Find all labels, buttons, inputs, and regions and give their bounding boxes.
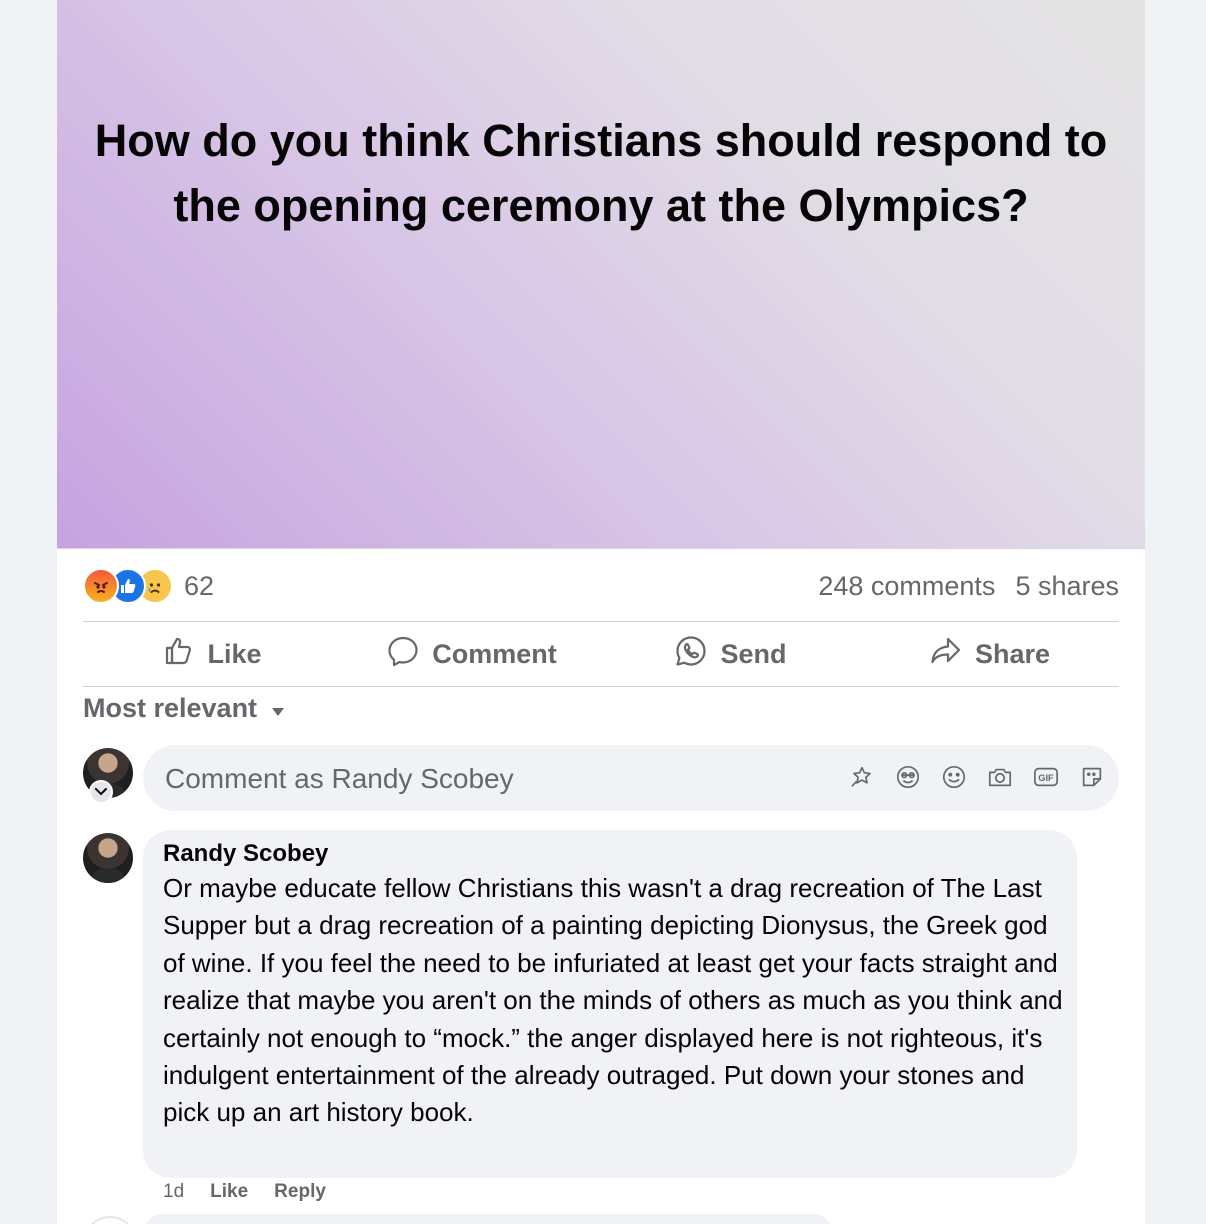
next-comment-avatar[interactable] (83, 1216, 137, 1224)
composer-icons: GIF (849, 762, 1105, 792)
speech-bubble-icon (386, 634, 420, 675)
comment-composer[interactable]: GIF (143, 745, 1119, 813)
sticker-icon[interactable] (1079, 762, 1105, 792)
post-banner: How do you think Christians should respo… (57, 0, 1145, 549)
camera-icon[interactable] (987, 762, 1013, 792)
post-actions: Like Comment Send Share (83, 622, 1119, 686)
comment-like-link[interactable]: Like (210, 1181, 248, 1203)
like-label: Like (207, 638, 262, 669)
share-label: Share (974, 638, 1051, 669)
comment-text: Or maybe educate fellow Christians this … (163, 873, 1063, 1128)
comment-sort-dropdown[interactable]: Most relevant (83, 693, 285, 724)
sort-label: Most relevant (83, 693, 258, 723)
next-comment-bubble (143, 1214, 833, 1224)
smiley-icon[interactable] (941, 762, 967, 792)
reaction-count: 62 (184, 570, 215, 601)
shares-count-link[interactable]: 5 shares (1015, 571, 1119, 602)
post-card: How do you think Christians should respo… (57, 0, 1145, 1224)
share-button[interactable]: Share (860, 634, 1119, 675)
post-question: How do you think Christians should respo… (94, 115, 1108, 231)
comment-bubble: Randy Scobey Or maybe educate fellow Chr… (143, 830, 1077, 1178)
divider (83, 686, 1119, 687)
whatsapp-icon (674, 634, 708, 675)
comment-timestamp[interactable]: 1d (163, 1181, 184, 1203)
profile-switch-icon[interactable] (89, 780, 113, 804)
comment-button[interactable]: Comment (342, 634, 601, 675)
comment-author-avatar[interactable] (83, 833, 133, 883)
post-stats: 62 248 comments 5 shares (83, 566, 1119, 606)
angry-reaction-icon (83, 568, 119, 604)
comment-author[interactable]: Randy Scobey (163, 840, 328, 868)
reactions-summary[interactable]: 62 (83, 568, 214, 604)
avatar-sticker-icon[interactable] (849, 762, 875, 792)
comment-input[interactable] (163, 745, 817, 813)
like-button[interactable]: Like (83, 635, 342, 674)
comment-label: Comment (432, 638, 557, 669)
thumbs-up-icon (163, 635, 195, 674)
comment-meta: 1d Like Reply (163, 1181, 326, 1203)
emoji-face-icon[interactable] (895, 762, 921, 792)
share-arrow-icon (929, 634, 963, 675)
svg-text:GIF: GIF (1038, 773, 1054, 783)
send-button[interactable]: Send (601, 634, 860, 675)
comment-reply-link[interactable]: Reply (274, 1181, 326, 1203)
caret-down-icon (271, 693, 285, 724)
gif-icon[interactable]: GIF (1033, 762, 1059, 792)
comments-count-link[interactable]: 248 comments (818, 571, 995, 602)
send-label: Send (720, 638, 787, 669)
